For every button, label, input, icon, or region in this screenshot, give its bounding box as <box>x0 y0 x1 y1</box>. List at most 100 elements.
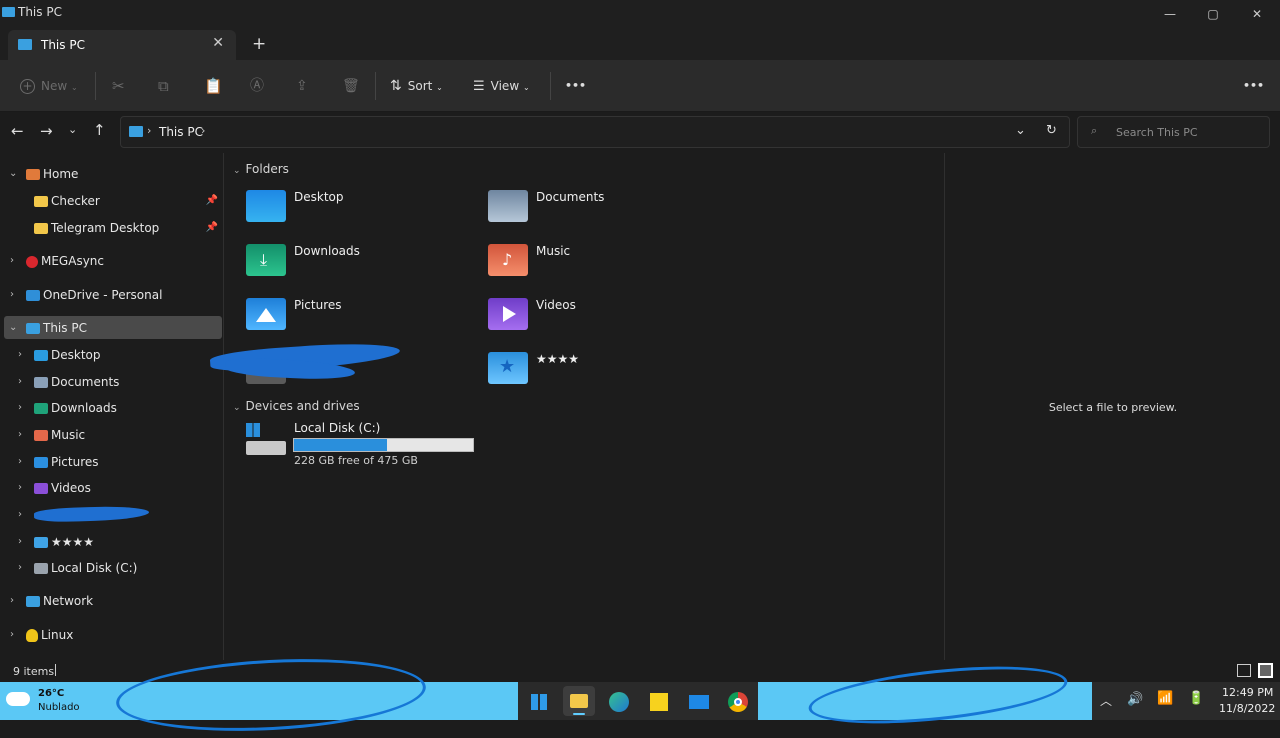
see-more-button[interactable]: ••• <box>565 74 586 98</box>
expand-chevron-icon[interactable]: › <box>10 590 14 612</box>
expand-chevron-icon[interactable]: › <box>18 397 22 419</box>
desktop-folder-icon <box>34 350 48 361</box>
tab-this-pc[interactable]: This PC ✕ <box>8 30 236 60</box>
share-icon[interactable]: ⇪ <box>296 74 308 98</box>
close-button[interactable]: ✕ <box>1237 4 1277 24</box>
folder-tile[interactable]: Pictures <box>246 296 486 340</box>
nav-item-onedrive[interactable]: OneDrive - Personal <box>26 284 162 306</box>
details-view-icon[interactable] <box>1237 664 1251 677</box>
cloud-weather-icon <box>6 692 30 706</box>
clock-time[interactable]: 12:49 PM <box>1222 686 1273 699</box>
expand-chevron-icon[interactable]: › <box>18 531 22 553</box>
nav-item-videos[interactable]: Videos <box>34 477 91 499</box>
start-button[interactable] <box>523 686 555 716</box>
music-folder-icon <box>34 430 48 441</box>
up-arrow-icon[interactable]: ↑ <box>93 121 106 139</box>
drive-icon <box>246 441 286 455</box>
folder-tile[interactable]: ♪ Music <box>488 242 728 286</box>
drives-section-header[interactable]: ⌄ Devices and drives <box>233 399 360 413</box>
file-explorer-button[interactable] <box>563 686 595 716</box>
expand-chevron-icon[interactable]: › <box>18 424 22 446</box>
sort-label: Sort <box>407 79 433 93</box>
nav-item-local-disk[interactable]: Local Disk (C:) <box>34 557 137 579</box>
expand-chevron-icon[interactable]: ⌄ <box>9 163 17 185</box>
nav-item-linux[interactable]: Linux <box>26 624 73 646</box>
nav-item-downloads[interactable]: Downloads <box>34 397 117 419</box>
delete-icon[interactable]: 🗑 <box>342 74 360 98</box>
paste-icon[interactable]: 📋 <box>204 74 223 98</box>
nav-item-pictures[interactable]: Pictures <box>34 451 99 473</box>
new-button[interactable]: + New ⌄ <box>20 74 78 98</box>
nav-item-starred-folder[interactable]: ★★★★ <box>34 531 94 553</box>
weather-condition[interactable]: Nublado <box>38 702 80 713</box>
edge-button[interactable] <box>603 686 635 716</box>
chrome-button[interactable] <box>722 686 754 716</box>
clock-date[interactable]: 11/8/2022 <box>1219 702 1275 715</box>
tab-strip: This PC ✕ <box>0 28 1280 60</box>
folder-tile[interactable]: Documents <box>488 188 728 232</box>
expand-chevron-icon[interactable]: › <box>18 504 22 526</box>
desktop-folder-icon <box>246 190 286 222</box>
folder-tile[interactable]: ★ ★★★★ <box>488 350 728 394</box>
minimize-button[interactable]: — <box>1150 4 1190 24</box>
wifi-icon[interactable]: 📶 <box>1157 691 1173 706</box>
details-menu-button[interactable]: ••• <box>1243 74 1264 98</box>
preview-message: Select a file to preview. <box>1048 401 1178 414</box>
folder-tile[interactable]: Desktop <box>246 188 486 232</box>
expand-chevron-icon[interactable]: › <box>18 344 22 366</box>
forward-arrow-icon[interactable]: → <box>40 122 53 140</box>
view-button[interactable]: ☰ View ⌄ <box>473 74 530 98</box>
tab-close-icon[interactable]: ✕ <box>212 35 224 51</box>
drive-usage-fill <box>294 439 388 451</box>
folder-tile[interactable]: Videos <box>488 296 728 340</box>
folder-tile[interactable]: ⤓ Downloads <box>246 242 486 286</box>
drive-free-space: 228 GB free of 475 GB <box>294 454 418 467</box>
nav-item-documents[interactable]: Documents <box>34 371 119 393</box>
nav-item-desktop[interactable]: Desktop <box>34 344 101 366</box>
sort-button[interactable]: ⇅ Sort ⌄ <box>390 74 443 98</box>
nav-item-telegram-desktop[interactable]: Telegram Desktop 📌 <box>34 217 222 239</box>
battery-charging-icon[interactable]: 🔋 <box>1188 691 1204 706</box>
sticky-notes-button[interactable] <box>643 686 675 716</box>
nav-item-network[interactable]: Network <box>26 590 93 612</box>
rename-icon[interactable]: Ⓐ <box>250 74 264 98</box>
address-bar[interactable]: › This PC › ⌄ ↻ <box>120 116 1070 148</box>
volume-icon[interactable]: 🔊 <box>1127 692 1143 707</box>
breadcrumb-chevron-icon[interactable]: › <box>201 124 205 137</box>
folders-section-header[interactable]: ⌄ Folders <box>233 162 289 176</box>
weather-temperature[interactable]: 26°C <box>38 688 64 699</box>
mega-icon <box>26 255 38 268</box>
system-tray: ︿ 🔊 📶 🔋 12:49 PM 11/8/2022 <box>1092 682 1280 720</box>
cut-icon[interactable]: ✂ <box>112 74 125 98</box>
taskbar-app-group <box>518 682 758 720</box>
back-arrow-icon[interactable]: ← <box>11 122 24 140</box>
recent-chevron-icon[interactable]: ⌄ <box>68 123 77 136</box>
expand-chevron-icon[interactable]: › <box>18 451 22 473</box>
drive-tile-local-disk[interactable]: Local Disk (C:) 228 GB free of 475 GB <box>244 421 484 471</box>
this-pc-icon <box>26 323 40 334</box>
nav-item-megasync[interactable]: MEGAsync <box>26 250 104 272</box>
new-tab-button[interactable]: + <box>252 34 266 54</box>
show-hidden-icons-chevron-icon[interactable]: ︿ <box>1100 692 1112 709</box>
nav-item-music[interactable]: Music <box>34 424 85 446</box>
expand-chevron-icon[interactable]: › <box>18 477 22 499</box>
expand-chevron-icon[interactable]: › <box>10 250 14 272</box>
tiles-view-icon[interactable] <box>1258 663 1273 678</box>
nav-item-this-pc[interactable]: This PC <box>26 317 87 339</box>
copy-icon[interactable]: ⧉ <box>158 74 169 98</box>
expand-chevron-icon[interactable]: › <box>18 371 22 393</box>
nav-item-home[interactable]: Home <box>26 163 78 185</box>
item-count: 9 items <box>13 665 55 678</box>
nav-item-checker[interactable]: Checker 📌 <box>34 190 222 212</box>
mail-button[interactable] <box>683 686 715 716</box>
expand-chevron-icon[interactable]: › <box>10 624 14 646</box>
expand-chevron-icon[interactable]: › <box>18 557 22 579</box>
search-box[interactable]: ⌕ Search This PC <box>1077 116 1270 148</box>
breadcrumb-this-pc[interactable]: This PC <box>159 125 203 139</box>
address-dropdown-icon[interactable]: ⌄ <box>1015 123 1026 138</box>
expand-chevron-icon[interactable]: ⌄ <box>9 317 17 339</box>
maximize-button[interactable]: ▢ <box>1193 4 1233 24</box>
refresh-icon[interactable]: ↻ <box>1046 123 1057 138</box>
divider <box>95 72 96 100</box>
expand-chevron-icon[interactable]: › <box>10 284 14 306</box>
